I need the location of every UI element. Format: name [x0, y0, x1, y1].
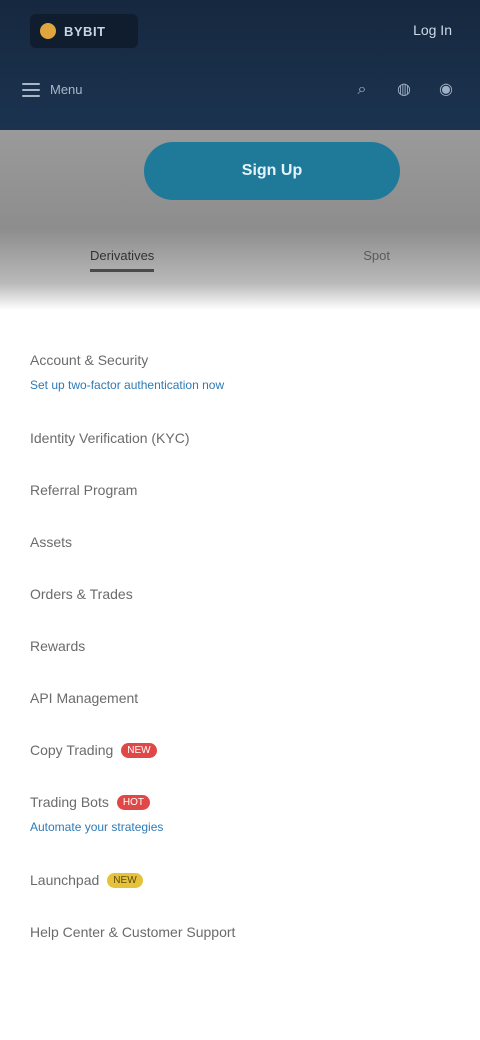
list-item[interactable]: Help Center & Customer Support [30, 924, 235, 940]
list-item-subtext[interactable]: Automate your strategies [30, 820, 163, 834]
status-badge: NEW [121, 742, 157, 758]
list-item-label: Referral Program [30, 482, 138, 498]
top-navigation-bar: BYBIT Log In Menu ⌕ ◍ ◉ [0, 0, 480, 130]
list-item-row: Assets [30, 534, 72, 550]
logo-text: BYBIT [64, 23, 106, 39]
list-item[interactable]: Rewards [30, 638, 85, 654]
list-item-label: Copy Trading [30, 742, 114, 758]
list-item-row: Identity Verification (KYC) [30, 430, 190, 446]
status-badge: NEW [107, 872, 143, 888]
list-item-row: Trading Bots HOT [30, 794, 163, 810]
user-icon[interactable]: ◉ [436, 80, 456, 100]
list-item-label: Help Center & Customer Support [30, 924, 236, 940]
list-item-row: Account & Security [30, 352, 224, 368]
menu-toggle[interactable]: Menu [22, 82, 83, 97]
logo-mark-icon [40, 23, 56, 39]
list-item-row: API Management [30, 690, 138, 706]
list-item[interactable]: API Management [30, 690, 138, 706]
list-item-row: Copy Trading NEW [30, 742, 157, 758]
list-item-subtext[interactable]: Set up two-factor authentication now [30, 378, 224, 392]
header-actions: ⌕ ◍ ◉ [352, 80, 456, 100]
list-item-label: Launchpad [30, 872, 100, 888]
status-badge: HOT [116, 794, 150, 810]
list-item[interactable]: Trading Bots HOT Automate your strategies [30, 794, 163, 834]
login-link[interactable]: Log In [413, 22, 452, 38]
list-item[interactable]: Account & Security Set up two-factor auth… [30, 352, 224, 392]
tab-derivatives[interactable]: Derivatives [90, 248, 155, 272]
list-item-label: Rewards [30, 638, 86, 654]
sign-up-button[interactable]: Sign Up [144, 142, 400, 200]
list-item[interactable]: Assets [30, 534, 72, 550]
list-item-row: Launchpad NEW [30, 872, 143, 888]
list-item-row: Help Center & Customer Support [30, 924, 235, 940]
list-item-label: Assets [30, 534, 73, 550]
list-item[interactable]: Orders & Trades [30, 586, 133, 602]
tab-bar: Derivatives Spot [90, 248, 390, 272]
list-item-row: Orders & Trades [30, 586, 133, 602]
list-item-row: Referral Program [30, 482, 137, 498]
list-item-label: API Management [30, 690, 139, 706]
search-icon[interactable]: ⌕ [352, 80, 372, 100]
hamburger-menu-icon [22, 82, 40, 97]
list-item[interactable]: Identity Verification (KYC) [30, 430, 190, 446]
list-item-row: Rewards [30, 638, 85, 654]
globe-icon[interactable]: ◍ [394, 80, 414, 100]
list-item-label: Orders & Trades [30, 586, 133, 602]
list-item[interactable]: Referral Program [30, 482, 137, 498]
list-item[interactable]: Launchpad NEW [30, 872, 143, 888]
list-item[interactable]: Copy Trading NEW [30, 742, 157, 758]
tab-spot[interactable]: Spot [363, 248, 390, 272]
list-item-label: Account & Security [30, 352, 149, 368]
menu-label: Menu [50, 82, 83, 97]
list-item-label: Identity Verification (KYC) [30, 430, 190, 446]
list-item-label: Trading Bots [30, 794, 109, 810]
brand-logo[interactable]: BYBIT [30, 14, 138, 48]
